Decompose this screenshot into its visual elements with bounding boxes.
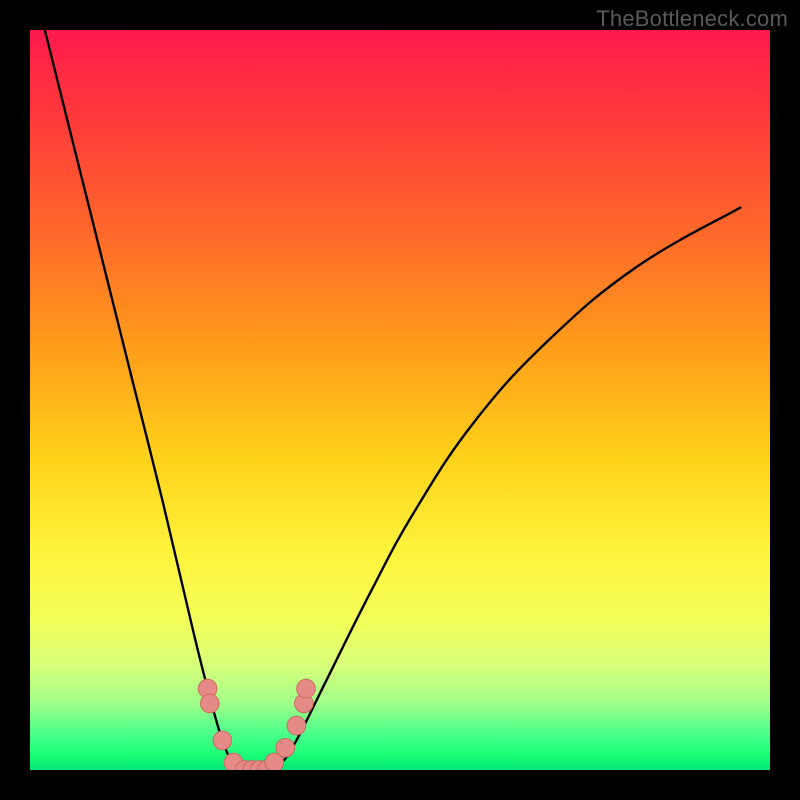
curve-layer <box>30 30 770 770</box>
curve-marker <box>213 731 232 750</box>
curve-marker <box>297 679 316 698</box>
bottleneck-curve <box>45 30 741 770</box>
curve-markers <box>198 679 315 770</box>
curve-marker <box>201 694 220 713</box>
curve-marker <box>276 738 295 757</box>
chart-frame: TheBottleneck.com <box>0 0 800 800</box>
watermark-text: TheBottleneck.com <box>596 6 788 32</box>
curve-marker <box>287 716 306 735</box>
plot-area <box>30 30 770 770</box>
